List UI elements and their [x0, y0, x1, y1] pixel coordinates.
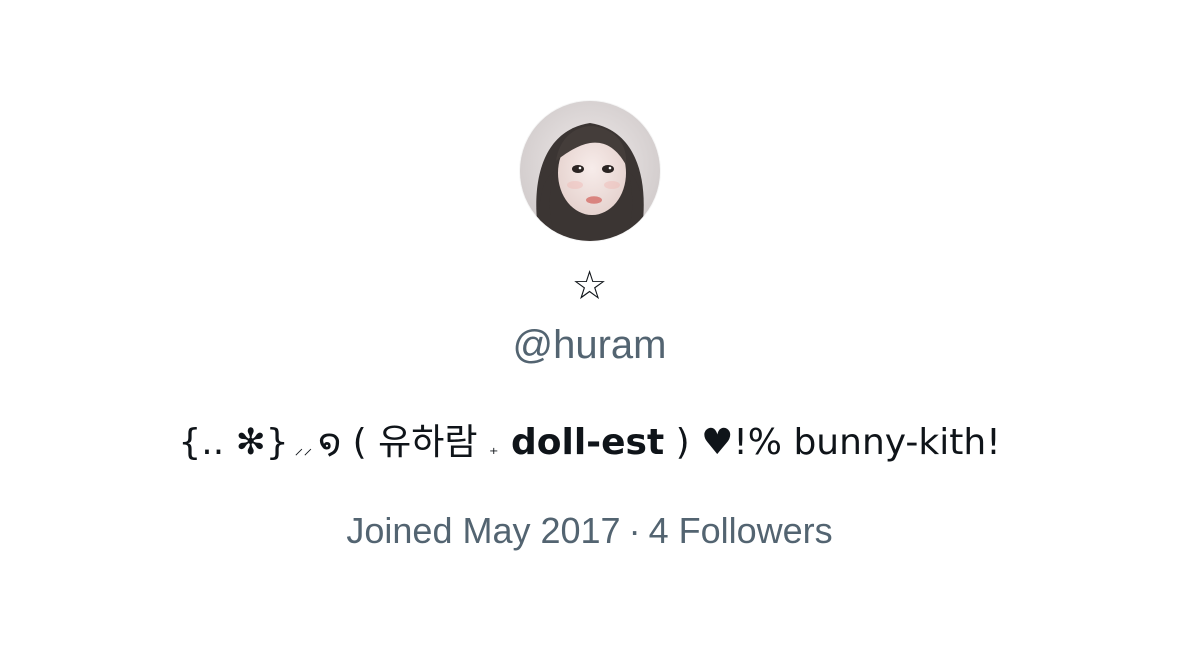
bio-segment: ໑ ( 유하람: [318, 422, 489, 463]
avatar-image: [520, 101, 660, 241]
bio-segment: {.. ✻}: [178, 422, 289, 463]
profile-card: ☆ @huram {.. ✻} ⸝⸝ ໑ ( 유하람 ₊ doll-est ) …: [0, 0, 1179, 663]
bio-segment: doll-est: [498, 422, 665, 463]
meta-separator: ·: [628, 510, 641, 551]
profile-handle[interactable]: @huram: [0, 322, 1179, 368]
avatar[interactable]: [520, 101, 660, 241]
joined-date: Joined May 2017: [346, 510, 621, 551]
bio-segment: ) ♥!% bunny-kith!: [664, 422, 1001, 463]
bio-segment: ⸝⸝: [288, 438, 319, 459]
profile-meta: Joined May 2017 · 4 Followers: [0, 508, 1179, 554]
display-name: ☆: [571, 263, 608, 309]
followers-count[interactable]: 4 Followers: [649, 510, 833, 551]
profile-bio: {.. ✻} ⸝⸝ ໑ ( 유하람 ₊ doll-est ) ♥!% bunny…: [0, 418, 1179, 474]
